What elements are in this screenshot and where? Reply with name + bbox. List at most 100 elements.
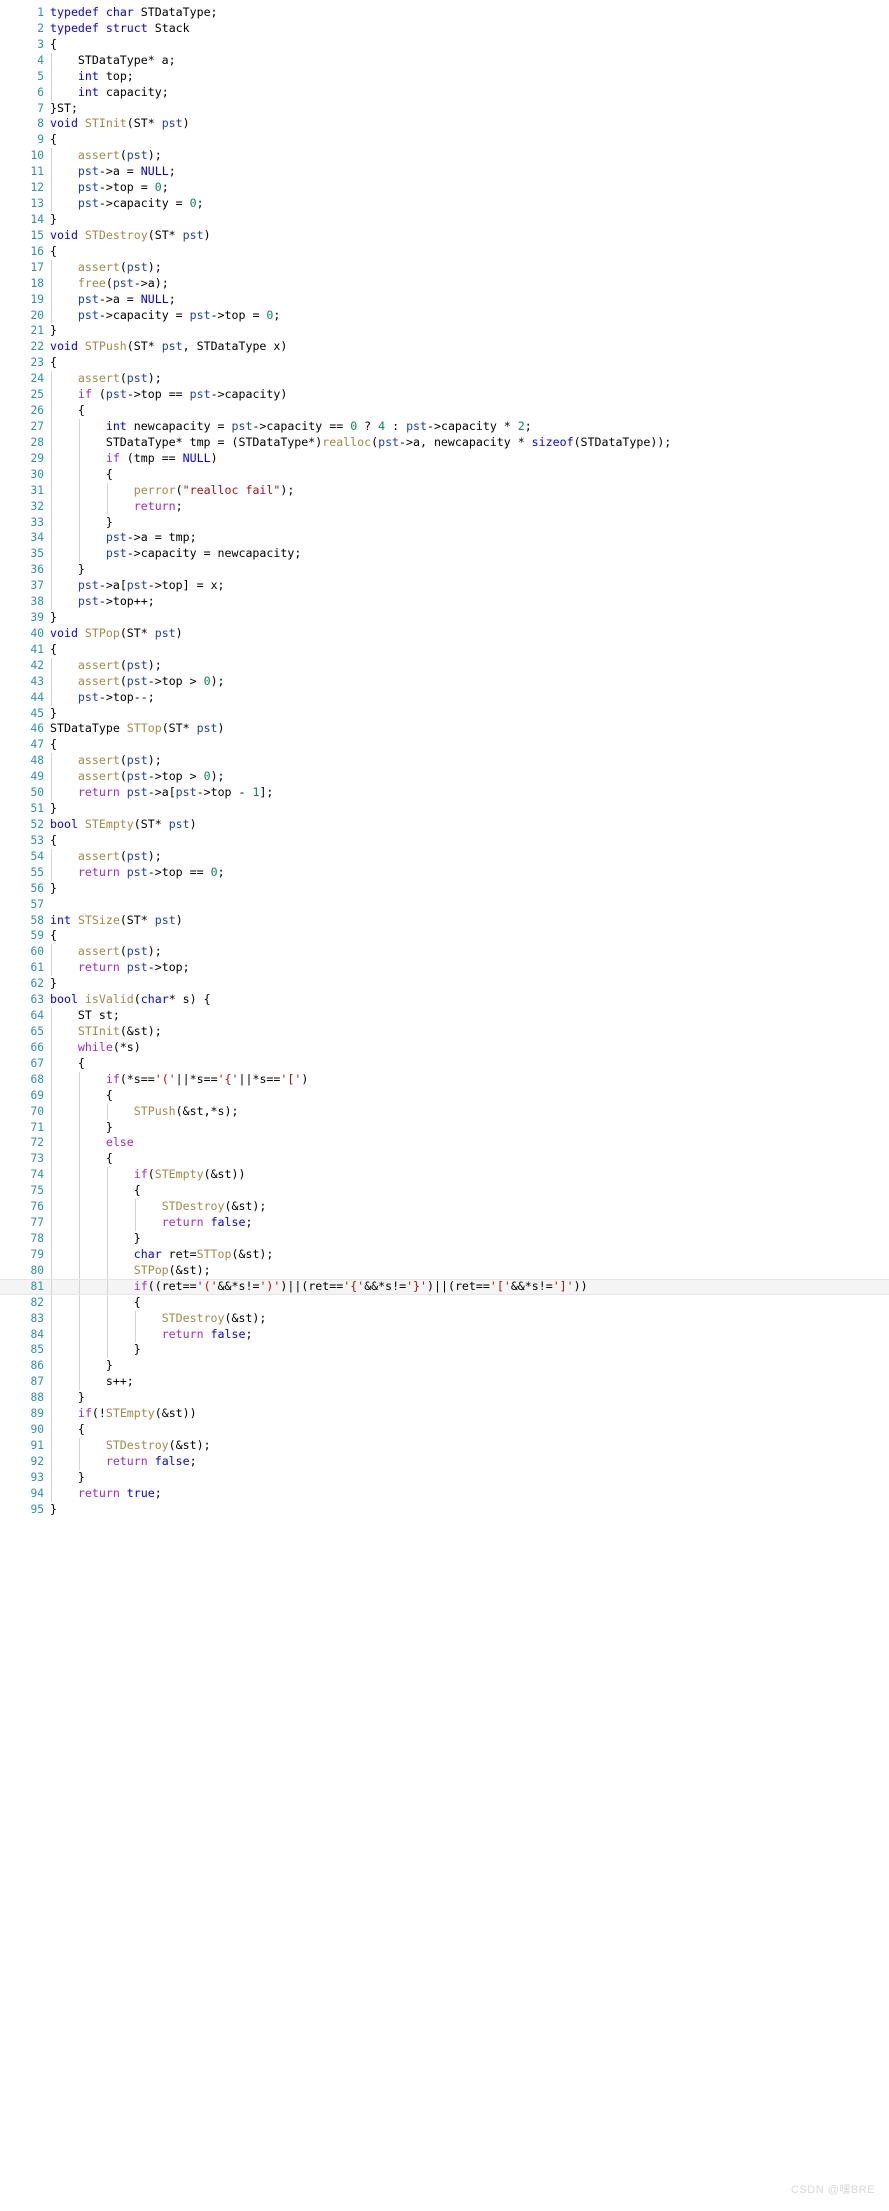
code-line[interactable]: 16 { [0, 244, 889, 260]
code-line[interactable]: 63 bool isValid(char* s) { [0, 992, 889, 1008]
code-line-content[interactable]: typedef char STDataType; [50, 5, 218, 21]
code-line-content[interactable]: pst->a = NULL; [50, 291, 176, 308]
code-line[interactable]: 92 return false; [0, 1453, 889, 1470]
code-line-content[interactable]: { [50, 1055, 85, 1072]
code-line-content[interactable]: int top; [50, 68, 134, 85]
code-line[interactable]: 85 } [0, 1342, 889, 1359]
code-line-content[interactable]: STDataType* tmp = (STDataType*)realloc(p… [50, 434, 671, 451]
code-line[interactable]: 61 return pst->top; [0, 960, 889, 977]
code-line[interactable]: 74 if(STEmpty(&st)) [0, 1167, 889, 1184]
code-line[interactable]: 2 typedef struct Stack [0, 21, 889, 37]
code-line-content[interactable]: STPop(&st); [50, 1262, 211, 1279]
code-line-content[interactable]: } [50, 706, 57, 722]
code-line-content[interactable]: s++; [50, 1374, 134, 1391]
code-line-content[interactable]: pst->capacity = newcapacity; [50, 546, 301, 563]
code-line[interactable]: 30 { [0, 466, 889, 483]
code-line[interactable]: 4 STDataType* a; [0, 52, 889, 69]
code-line[interactable]: 55 return pst->top == 0; [0, 864, 889, 881]
code-line[interactable]: 14} [0, 212, 889, 228]
code-line[interactable]: 37 pst->a[pst->top] = x; [0, 578, 889, 595]
code-line-content[interactable]: return pst->top; [50, 960, 190, 977]
code-line-content[interactable]: assert(pst); [50, 848, 162, 865]
code-line[interactable]: 19 pst->a = NULL; [0, 291, 889, 308]
code-line[interactable]: 28 STDataType* tmp = (STDataType*)reallo… [0, 434, 889, 451]
code-line[interactable]: 32 return; [0, 498, 889, 515]
code-line[interactable]: 56} [0, 881, 889, 897]
code-line-content[interactable]: return pst->top == 0; [50, 864, 225, 881]
code-line-content[interactable]: { [50, 244, 57, 260]
code-line-content[interactable]: int capacity; [50, 84, 169, 101]
code-line-content[interactable]: pst->a = NULL; [50, 164, 176, 181]
code-line-content[interactable]: assert(pst); [50, 657, 162, 674]
code-line-content[interactable]: while(*s) [50, 1039, 141, 1056]
code-line[interactable]: 3{ [0, 37, 889, 53]
code-line-content[interactable]: STDestroy(&st); [50, 1437, 211, 1454]
code-line-content[interactable]: assert(pst); [50, 148, 162, 165]
code-line[interactable]: 6 int capacity; [0, 84, 889, 101]
code-line[interactable]: 88 } [0, 1390, 889, 1407]
code-line[interactable]: 40 void STPop(ST* pst) [0, 626, 889, 642]
code-line[interactable]: 38 pst->top++; [0, 594, 889, 611]
code-line-content[interactable]: return pst->a[pst->top - 1]; [50, 785, 273, 802]
code-line[interactable]: 54 assert(pst); [0, 848, 889, 865]
code-line[interactable]: 66 while(*s) [0, 1039, 889, 1056]
code-line-content[interactable]: { [50, 1422, 85, 1438]
code-line-content[interactable]: pst->capacity = pst->top = 0; [50, 307, 280, 324]
code-line-content[interactable]: if(STEmpty(&st)) [50, 1167, 245, 1184]
code-line[interactable]: 68 if(*s=='('||*s=='{'||*s=='[') [0, 1071, 889, 1088]
code-line-content[interactable]: perror("realloc fail"); [50, 482, 294, 499]
code-line-content[interactable]: pst->a = tmp; [50, 530, 197, 547]
code-line[interactable]: 45} [0, 706, 889, 722]
code-line[interactable]: 84 return false; [0, 1326, 889, 1343]
code-line-content[interactable]: } [50, 1342, 141, 1359]
code-line[interactable]: 60 assert(pst); [0, 944, 889, 961]
code-line-content[interactable]: { [50, 928, 57, 944]
code-line[interactable]: 90 { [0, 1422, 889, 1438]
code-line-content[interactable]: int STSize(ST* pst) [50, 913, 183, 929]
code-line[interactable]: 62} [0, 976, 889, 992]
code-line[interactable]: 93 } [0, 1469, 889, 1486]
code-line-content[interactable]: bool isValid(char* s) { [50, 992, 211, 1008]
code-line[interactable]: 8 void STInit(ST* pst) [0, 116, 889, 132]
code-line-content[interactable]: { [50, 466, 113, 483]
code-line[interactable]: 81 if((ret=='('&&*s!=')')||(ret=='{'&&*s… [0, 1278, 889, 1295]
code-line-content[interactable]: pst->top = 0; [50, 180, 169, 197]
code-line[interactable]: 72 else [0, 1135, 889, 1152]
code-line-content[interactable]: { [50, 132, 57, 148]
code-line[interactable]: 71 } [0, 1119, 889, 1136]
code-line[interactable]: 49 assert(pst->top > 0); [0, 769, 889, 786]
code-line[interactable]: 48 assert(pst); [0, 753, 889, 770]
code-line[interactable]: 20 pst->capacity = pst->top = 0; [0, 307, 889, 324]
code-line-content[interactable]: } [50, 1502, 57, 1518]
code-line-content[interactable]: int newcapacity = pst->capacity == 0 ? 4… [50, 418, 532, 435]
code-line-content[interactable]: } [50, 1469, 85, 1486]
code-line[interactable]: 50 return pst->a[pst->top - 1]; [0, 785, 889, 802]
code-line-content[interactable]: { [50, 1151, 113, 1168]
code-line[interactable]: 77 return false; [0, 1215, 889, 1231]
code-line-content[interactable]: if((ret=='('&&*s!=')')||(ret=='{'&&*s!='… [50, 1279, 588, 1294]
code-line[interactable]: 86 } [0, 1358, 889, 1375]
code-line-content[interactable]: return false; [50, 1215, 252, 1231]
code-line[interactable]: 18 free(pst->a); [0, 275, 889, 292]
code-line-content[interactable]: } [50, 976, 57, 992]
code-line-content[interactable]: } [50, 801, 57, 817]
code-line[interactable]: 51} [0, 801, 889, 817]
code-line[interactable]: 91 STDestroy(&st); [0, 1437, 889, 1454]
code-line[interactable]: 11 pst->a = NULL; [0, 164, 889, 181]
code-line[interactable]: 59 { [0, 928, 889, 944]
code-line[interactable]: 82 { [0, 1294, 889, 1311]
code-line-content[interactable]: }ST; [50, 101, 78, 117]
code-line-content[interactable]: assert(pst); [50, 371, 162, 388]
code-line-content[interactable]: free(pst->a); [50, 275, 169, 292]
code-line[interactable]: 9{ [0, 132, 889, 148]
code-line[interactable]: 5 int top; [0, 68, 889, 85]
code-line-content[interactable]: pst->capacity = 0; [50, 196, 204, 212]
code-line-content[interactable]: } [50, 1119, 113, 1136]
code-line[interactable]: 24 assert(pst); [0, 371, 889, 388]
code-line[interactable]: 53 { [0, 833, 889, 849]
code-line-content[interactable]: } [50, 881, 57, 897]
code-line[interactable]: 80 STPop(&st); [0, 1262, 889, 1279]
code-line[interactable]: 57 [0, 897, 889, 913]
code-line-content[interactable]: else [50, 1135, 134, 1152]
code-line-content[interactable]: typedef struct Stack [50, 21, 190, 37]
